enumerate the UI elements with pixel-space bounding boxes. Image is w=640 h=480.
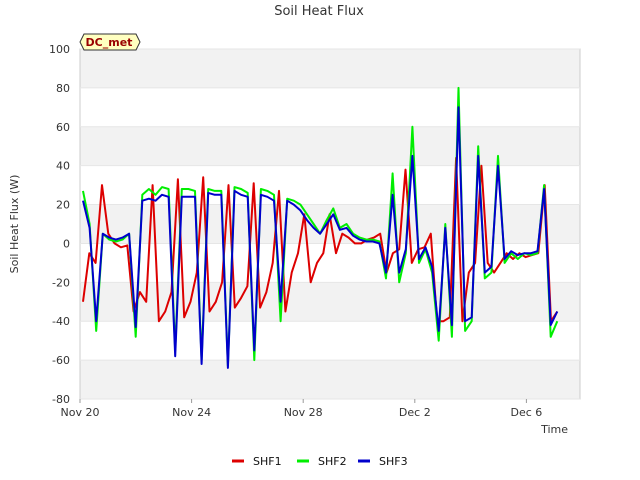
- x-tick-label: Nov 28: [284, 406, 323, 419]
- legend-label-shf1[interactable]: SHF1: [253, 455, 282, 468]
- legend[interactable]: SHF1 SHF2 SHF3: [232, 455, 408, 468]
- grid-band: [80, 360, 580, 399]
- y-tick-label: 80: [56, 82, 70, 95]
- y-axis-title: Soil Heat Flux (W): [8, 175, 21, 274]
- y-tick-label: 20: [56, 199, 70, 212]
- y-tick-label: -40: [52, 315, 70, 328]
- station-badge: DC_met: [79, 33, 141, 51]
- x-axis-title: Time: [540, 423, 568, 436]
- badge-label: DC_met: [86, 36, 133, 49]
- legend-label-shf3[interactable]: SHF3: [379, 455, 408, 468]
- soil-heat-flux-chart: Soil Heat Flux -80-60-40-20020406080100 …: [8, 4, 581, 468]
- x-axis-ticks: Nov 20 Nov 24 Nov 28 Dec 2 Dec 6: [61, 399, 543, 419]
- x-tick-label: Dec 6: [511, 406, 543, 419]
- grid-band: [80, 282, 580, 322]
- x-tick-label: Dec 2: [399, 406, 431, 419]
- y-tick-label: 100: [49, 43, 70, 56]
- x-tick-label: Nov 24: [172, 406, 211, 419]
- grid-band: [80, 126, 580, 166]
- chart-title: Soil Heat Flux: [274, 4, 364, 19]
- y-tick-label: 60: [56, 121, 70, 134]
- y-tick-label: -80: [52, 393, 70, 406]
- x-tick-label: Nov 20: [61, 406, 100, 419]
- y-tick-label: -60: [52, 354, 70, 367]
- y-tick-label: 0: [63, 237, 70, 250]
- legend-label-shf2[interactable]: SHF2: [318, 455, 347, 468]
- y-tick-label: 40: [56, 160, 70, 173]
- grid-band: [80, 49, 580, 88]
- y-tick-label: -20: [52, 276, 70, 289]
